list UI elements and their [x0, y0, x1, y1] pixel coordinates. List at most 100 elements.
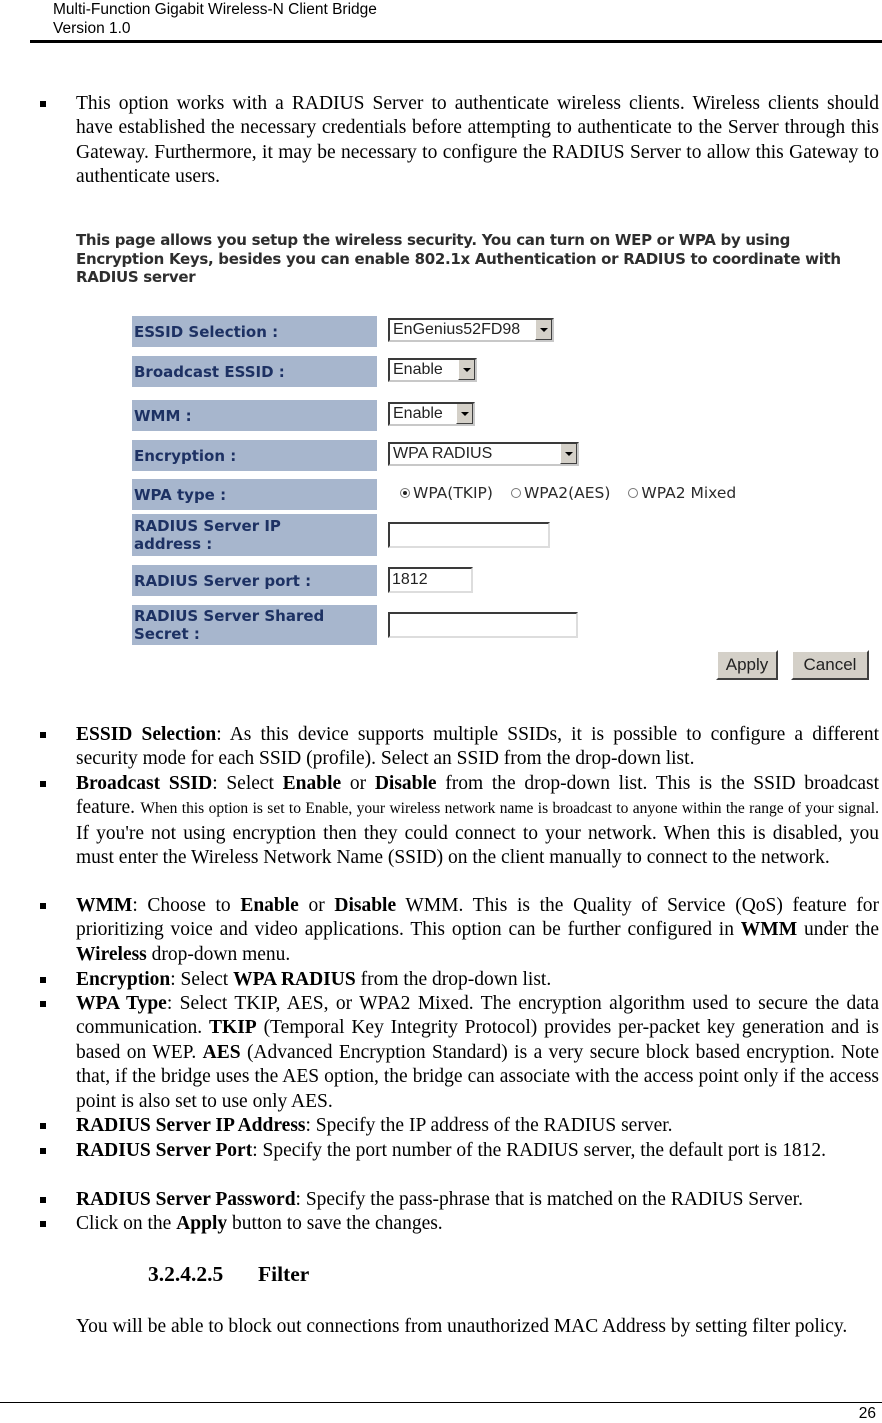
text: from the drop-down list. — [355, 969, 552, 990]
text: : Select — [212, 773, 283, 794]
broadcast-essid-label: Broadcast ESSID : — [132, 356, 377, 387]
cancel-button[interactable]: Cancel — [791, 650, 869, 680]
radio-label: WPA(TKIP) — [413, 484, 493, 502]
bold-text: Disable — [334, 895, 397, 916]
section-title: Filter — [258, 1262, 310, 1286]
encryption-label: Encryption : — [132, 440, 377, 471]
apply-button[interactable]: Apply — [716, 650, 778, 680]
bullet-text: This option works with a RADIUS Server t… — [76, 93, 879, 188]
description: : Specify the IP address of the RADIUS s… — [305, 1115, 673, 1136]
term: RADIUS Server Password — [76, 1189, 296, 1210]
wpa-type-label: WPA type : — [132, 479, 377, 510]
list-item: WMM: Choose to Enable or Disable WMM. Th… — [40, 894, 879, 967]
bold-text: Apply — [176, 1213, 228, 1234]
bullet-icon — [40, 1197, 46, 1203]
radius-port-input[interactable]: 1812 — [388, 567, 473, 593]
term: WMM — [76, 895, 133, 916]
radius-secret-label: RADIUS Server Shared Secret : — [132, 605, 377, 645]
chevron-down-icon[interactable] — [458, 360, 475, 380]
header-rule — [30, 40, 882, 43]
label-line: Secret : — [134, 625, 200, 643]
text: or — [341, 773, 375, 794]
wpa-tkip-radio[interactable]: WPA(TKIP) — [400, 484, 493, 502]
radius-ip-label: RADIUS Server IP address : — [132, 514, 377, 556]
text: : Select — [170, 969, 234, 990]
screenshot-intro-text: This page allows you setup the wireless … — [76, 231, 841, 286]
radio-unselected-icon[interactable] — [510, 488, 521, 498]
text: under the — [797, 919, 879, 941]
bold-text: WMM — [740, 919, 798, 941]
label-line: address : — [134, 535, 213, 553]
wmm-dropdown[interactable]: Enable — [388, 402, 475, 426]
section-heading: 3.2.4.2.5 Filter — [148, 1262, 309, 1287]
page-number: 26 — [858, 1405, 876, 1422]
document-title: Multi-Function Gigabit Wireless-N Client… — [53, 1, 377, 18]
description: : Specify the port number of the RADIUS … — [252, 1140, 826, 1161]
text: drop-down menu. — [146, 943, 291, 965]
bullet-icon — [40, 977, 46, 983]
wmm-value: Enable — [393, 405, 443, 422]
term: WPA Type — [76, 993, 167, 1014]
intro-bullet: This option works with a RADIUS Server t… — [40, 92, 879, 190]
list-item: RADIUS Server Password: Specify the pass… — [40, 1188, 879, 1212]
bullet-icon — [40, 732, 46, 738]
wpa2-mixed-radio[interactable]: WPA2 Mixed — [628, 484, 736, 502]
bold-text: Wireless — [76, 943, 147, 965]
term: RADIUS Server Port — [76, 1140, 253, 1161]
radius-port-label: RADIUS Server port : — [132, 565, 377, 596]
label-line: RADIUS Server Shared — [134, 607, 325, 625]
wpa-type-radio-group: WPA(TKIP) WPA2(AES) WPA2 Mixed — [400, 484, 736, 502]
text: button to save the changes. — [227, 1213, 443, 1234]
radio-label: WPA2(AES) — [523, 484, 611, 502]
bold-text: AES — [202, 1041, 241, 1063]
footer-rule — [0, 1402, 882, 1403]
list-item: Encryption: Select WPA RADIUS from the d… — [40, 968, 879, 992]
chevron-down-icon[interactable] — [535, 320, 552, 340]
radio-selected-icon[interactable] — [400, 488, 410, 498]
section-paragraph: You will be able to block out connection… — [76, 1316, 848, 1337]
bullet-icon — [40, 101, 46, 107]
section-number: 3.2.4.2.5 — [148, 1262, 224, 1286]
list-item: WPA Type: Select TKIP, AES, or WPA2 Mixe… — [40, 992, 879, 1114]
radius-ip-input[interactable] — [388, 522, 550, 548]
term: Encryption — [76, 969, 171, 990]
term: ESSID Selection — [76, 724, 217, 745]
chevron-down-icon[interactable] — [560, 444, 577, 464]
bold-text: Enable — [240, 895, 299, 916]
radio-label: WPA2 Mixed — [641, 484, 737, 502]
wpa2-aes-radio[interactable]: WPA2(AES) — [510, 484, 611, 502]
document-version: Version 1.0 — [53, 20, 131, 37]
text: Click on the — [76, 1213, 177, 1234]
header-text: Multi-Function Gigabit Wireless-N Client… — [53, 0, 377, 38]
bullet-icon — [40, 903, 46, 909]
radio-unselected-icon[interactable] — [628, 488, 639, 498]
bold-text: Disable — [374, 773, 437, 794]
essid-selection-label: ESSID Selection : — [132, 316, 377, 347]
bullet-icon — [40, 1001, 46, 1007]
text: or — [298, 895, 335, 916]
bullet-icon — [40, 1221, 46, 1227]
encryption-dropdown[interactable]: WPA RADIUS — [388, 442, 579, 466]
broadcast-essid-value: Enable — [393, 361, 443, 378]
list-item: ESSID Selection: As this device supports… — [40, 723, 879, 772]
wmm-label: WMM : — [132, 400, 377, 431]
term: RADIUS Server IP Address — [76, 1115, 306, 1136]
encryption-value: WPA RADIUS — [393, 445, 493, 462]
list-item: RADIUS Server Port: Specify the port num… — [40, 1139, 879, 1163]
essid-selection-dropdown[interactable]: EnGenius52FD98 — [388, 318, 554, 342]
chevron-down-icon[interactable] — [456, 404, 473, 424]
bullet-icon — [40, 1148, 46, 1154]
list-item: Broadcast SSID: Select Enable or Disable… — [40, 772, 879, 871]
small-text: When this option is set to Enable, your … — [140, 800, 879, 818]
list-item: Click on the Apply button to save the ch… — [40, 1212, 879, 1236]
description: : Specify the pass-phrase that is matche… — [295, 1189, 803, 1210]
bold-text: TKIP — [209, 1017, 257, 1039]
term: Broadcast SSID — [76, 773, 213, 794]
text: If you're not using encryption then they… — [76, 822, 879, 869]
bullet-icon — [40, 1123, 46, 1129]
radius-secret-input[interactable] — [388, 612, 578, 638]
wireless-security-screenshot: This page allows you setup the wireless … — [70, 225, 882, 695]
broadcast-essid-dropdown[interactable]: Enable — [388, 358, 477, 382]
bold-text: Enable — [282, 773, 342, 794]
text: : Choose to — [132, 895, 241, 916]
